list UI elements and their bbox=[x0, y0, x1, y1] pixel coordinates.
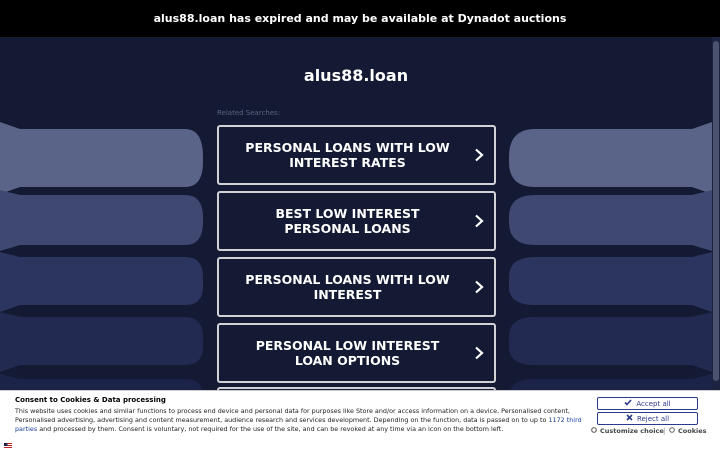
search-result-label: PERSONAL LOANS WITH LOW INTEREST bbox=[245, 272, 450, 302]
cookie-icon bbox=[669, 427, 675, 435]
reject-all-label: Reject all bbox=[636, 414, 670, 423]
gear-icon bbox=[591, 427, 597, 435]
flag-icon[interactable] bbox=[4, 434, 12, 450]
consent-text-part: This website uses cookies and similar fu… bbox=[15, 407, 570, 424]
domain-title: alus88.loan bbox=[303, 66, 409, 85]
search-result-link[interactable]: PERSONAL LOANS WITH LOW INTEREST bbox=[217, 257, 496, 317]
check-icon bbox=[624, 399, 632, 408]
cookies-link[interactable]: Cookies bbox=[669, 427, 707, 435]
search-result-label: PERSONAL LOW INTEREST LOAN OPTIONS bbox=[255, 338, 440, 368]
chevron-right-icon bbox=[464, 214, 494, 228]
chevron-right-icon bbox=[464, 346, 494, 360]
expired-banner[interactable]: alus88.loan has expired and may be avail… bbox=[0, 0, 720, 37]
expired-banner-text: alus88.loan has expired and may be avail… bbox=[153, 12, 567, 25]
cookies-label: Cookies bbox=[678, 427, 707, 435]
x-icon bbox=[626, 414, 633, 423]
accept-all-label: Accept all bbox=[636, 399, 671, 408]
search-result-label: PERSONAL LOANS WITH LOW INTEREST RATES bbox=[245, 140, 450, 170]
accept-all-button[interactable]: Accept all bbox=[597, 397, 698, 410]
link-separator: | bbox=[663, 427, 666, 435]
consent-title: Consent to Cookies & Data processing bbox=[15, 396, 166, 404]
related-searches-label: Related Searches: bbox=[217, 109, 281, 117]
reject-all-button[interactable]: Reject all bbox=[597, 412, 698, 425]
search-result-link[interactable]: PERSONAL LOW INTEREST LOAN OPTIONS bbox=[217, 323, 496, 383]
customize-choice-link[interactable]: Customize choice bbox=[591, 427, 664, 435]
scrollbar-thumb[interactable] bbox=[713, 41, 719, 381]
consent-text: This website uses cookies and similar fu… bbox=[15, 407, 585, 434]
chevron-right-icon bbox=[464, 280, 494, 294]
consent-text-part: and processed by them. Consent is volunt… bbox=[37, 425, 504, 433]
search-result-label: BEST LOW INTEREST PERSONAL LOANS bbox=[275, 206, 420, 236]
search-result-link[interactable]: BEST LOW INTEREST PERSONAL LOANS bbox=[217, 191, 496, 251]
scrollbar[interactable] bbox=[712, 37, 720, 450]
chevron-right-icon bbox=[464, 148, 494, 162]
customize-choice-label: Customize choice bbox=[600, 427, 664, 435]
search-result-link[interactable]: PERSONAL LOANS WITH LOW INTEREST RATES bbox=[217, 125, 496, 185]
